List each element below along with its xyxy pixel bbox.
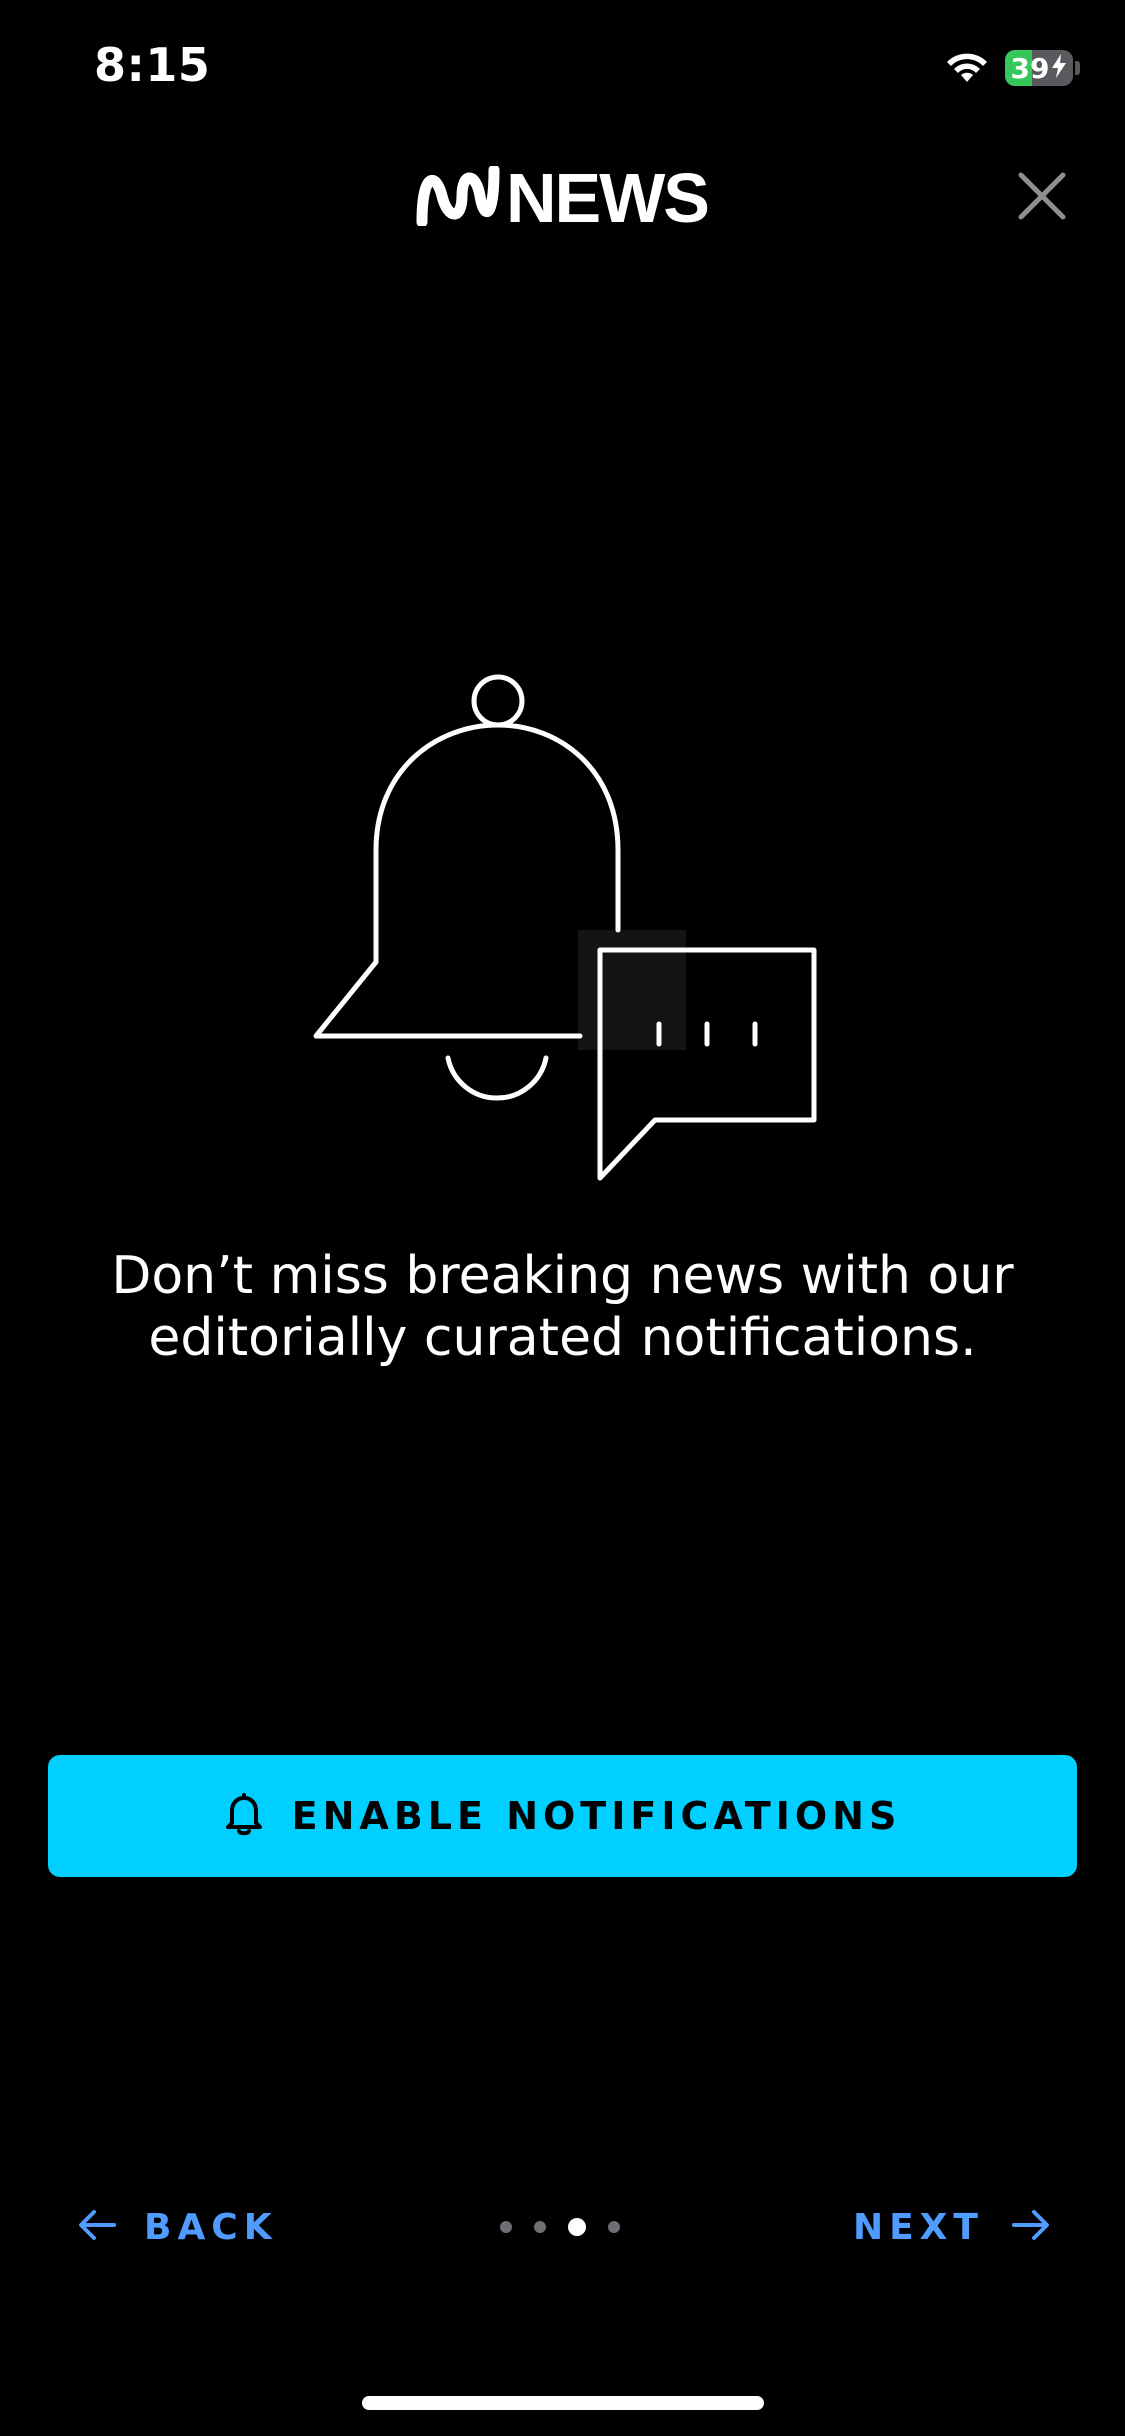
battery-indicator: 39 <box>1005 50 1073 86</box>
battery-level: 39 <box>1010 51 1050 85</box>
abc-news-logo: NEWS <box>416 159 710 237</box>
close-icon <box>1017 171 1067 225</box>
battery-cap <box>1075 61 1080 75</box>
page-dot <box>608 2221 620 2233</box>
home-indicator <box>362 2396 764 2410</box>
page-dot-active <box>568 2218 586 2236</box>
status-time: 8:15 <box>94 38 211 92</box>
page-indicator <box>500 2217 620 2237</box>
next-button[interactable]: NEXT <box>853 2200 1050 2254</box>
back-label: BACK <box>144 2206 278 2248</box>
bell-with-speech-bubble-icon <box>300 660 840 1200</box>
enable-notifications-button[interactable]: ENABLE NOTIFICATIONS <box>48 1755 1077 1877</box>
page-dot <box>500 2221 512 2233</box>
onboarding-message: Don’t miss breaking news with our editor… <box>111 1246 1014 1368</box>
abc-lissajous-icon <box>416 164 500 230</box>
logo-text: NEWS <box>506 159 710 237</box>
status-icons: 39 <box>943 48 1080 88</box>
arrow-left-icon <box>78 2209 116 2245</box>
bolt-icon <box>1051 52 1067 85</box>
wifi-icon <box>943 48 991 88</box>
close-button[interactable] <box>1012 168 1072 228</box>
bell-icon <box>224 1791 264 1841</box>
page-dot <box>534 2221 546 2233</box>
arrow-right-icon <box>1012 2209 1050 2245</box>
enable-notifications-label: ENABLE NOTIFICATIONS <box>291 1794 902 1838</box>
back-button[interactable]: BACK <box>78 2200 278 2254</box>
next-label: NEXT <box>852 2206 984 2248</box>
